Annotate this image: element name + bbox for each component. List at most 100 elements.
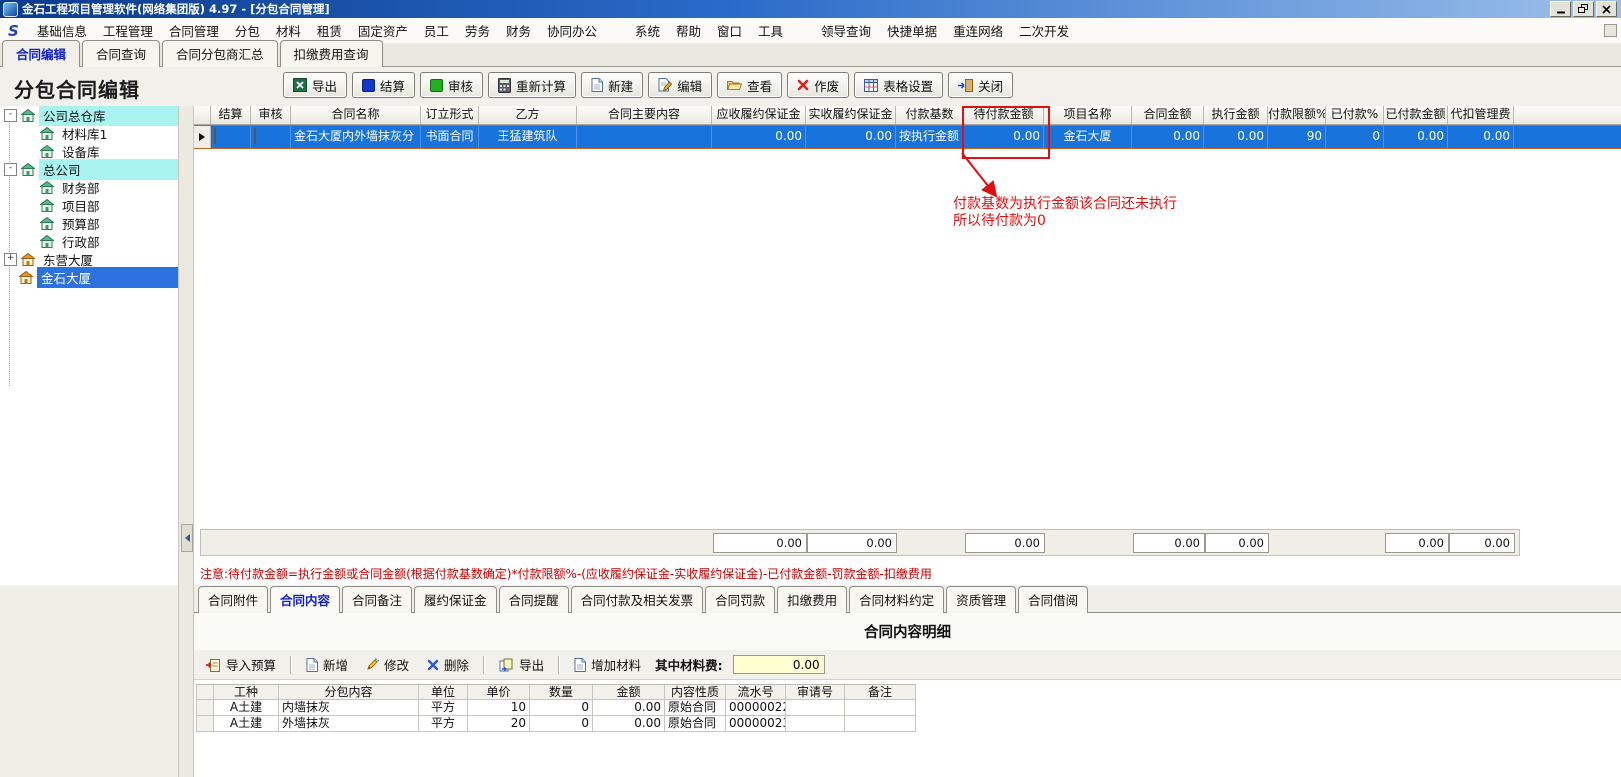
table-settings-button[interactable]: 表格设置 (854, 72, 943, 98)
detail-col-content-nature[interactable]: 内容性质 (665, 684, 726, 700)
collapse-icon[interactable]: - (4, 109, 17, 122)
tab-contract-penalty[interactable]: 合同罚款 (705, 586, 775, 613)
tab-contract-query[interactable]: 合同查询 (82, 40, 160, 67)
tree-item-dongying-building[interactable]: + 东营大厦 (0, 250, 178, 268)
col-main-content[interactable]: 合同主要内容 (577, 106, 712, 124)
menu-quick-docs[interactable]: 快捷单据 (879, 18, 945, 43)
menu-reconnect[interactable]: 重连网络 (945, 18, 1011, 43)
col-party-b[interactable]: 乙方 (479, 106, 577, 124)
tab-performance-deposit[interactable]: 履约保证金 (414, 586, 497, 613)
tab-contract-attachments[interactable]: 合同附件 (198, 586, 268, 613)
detail-col-amount[interactable]: 金额 (593, 684, 665, 700)
tab-contract-remarks[interactable]: 合同备注 (342, 586, 412, 613)
window-title: 金石工程项目管理软件(网络集团版) 4.97 - [分包合同管理] (22, 1, 330, 17)
export-detail-button[interactable]: 导出 (495, 653, 548, 676)
expand-icon[interactable]: + (4, 253, 17, 266)
audit-checkbox[interactable] (254, 128, 256, 144)
col-contract-amount[interactable]: 合同金额 (1132, 106, 1204, 124)
quantity-cell: 0 (530, 716, 593, 732)
col-paid-amount[interactable]: 已付款金额 (1384, 106, 1448, 124)
detail-col-serial-no[interactable]: 流水号 (726, 684, 786, 700)
col-receivable-deposit[interactable]: 应收履约保证金 (712, 106, 806, 124)
detail-col-trade[interactable]: 工种 (214, 684, 279, 700)
tree-grid-splitter[interactable] (178, 106, 194, 777)
col-contract-name[interactable]: 合同名称 (291, 106, 421, 124)
menu-leader-query[interactable]: 领导查询 (813, 18, 879, 43)
col-payment-limit-pct[interactable]: 付款限额% (1268, 106, 1326, 124)
tree-item-equipment-store[interactable]: 设备库 (0, 142, 178, 160)
tree-item-budget-dept[interactable]: 预算部 (0, 214, 178, 232)
warehouse-icon (40, 217, 54, 230)
detail-col-subcontract-content[interactable]: 分包内容 (279, 684, 419, 700)
detail-col-request-no[interactable]: 审请号 (786, 684, 845, 700)
detail-row[interactable]: A土建 外墙抹灰 平方 20 0 0.00 原始合同 00000023 (196, 716, 916, 732)
close-page-button[interactable]: 关闭 (948, 72, 1013, 98)
delete-row-button[interactable]: 删除 (423, 653, 473, 676)
tab-material-agreement[interactable]: 合同材料约定 (849, 586, 944, 613)
detail-col-unit-price[interactable]: 单价 (468, 684, 530, 700)
col-project-name[interactable]: 项目名称 (1044, 106, 1132, 124)
tab-contract-edit[interactable]: 合同编辑 (2, 40, 80, 67)
tab-payments-invoices[interactable]: 合同付款及相关发票 (571, 586, 704, 613)
import-budget-icon (206, 658, 221, 672)
material-fee-input[interactable] (733, 655, 825, 674)
mdi-child-button[interactable] (1604, 24, 1617, 37)
menu-tools[interactable]: 工具 (750, 18, 791, 43)
col-withheld-mgmt-fee[interactable]: 代扣管理费 (1448, 106, 1514, 124)
menu-secondary-dev[interactable]: 二次开发 (1011, 18, 1077, 43)
tree-item-head-office[interactable]: - 总公司 (0, 160, 178, 178)
tree-item-material-store[interactable]: 材料库1 (0, 124, 178, 142)
col-audit[interactable]: 审核 (251, 106, 291, 124)
menu-collaboration[interactable]: 协同办公 (539, 18, 605, 43)
settle-button[interactable]: 结算 (352, 72, 415, 98)
tab-contract-content[interactable]: 合同内容 (270, 586, 340, 613)
settle-checkbox[interactable] (214, 128, 216, 144)
tree-item-jinshi-building[interactable]: 金石大厦 (0, 268, 178, 286)
void-button[interactable]: 作废 (787, 72, 849, 98)
tree-item-company-warehouse[interactable]: - 公司总仓库 (0, 106, 178, 124)
tab-qualification-mgmt[interactable]: 资质管理 (946, 586, 1016, 613)
menu-window[interactable]: 窗口 (709, 18, 750, 43)
close-button[interactable] (1596, 1, 1617, 17)
view-button[interactable]: 查看 (717, 72, 782, 98)
modify-row-button[interactable]: 修改 (362, 653, 413, 676)
add-row-button[interactable]: 新增 (302, 653, 352, 676)
tab-subcontractor-summary[interactable]: 合同分包商汇总 (162, 40, 278, 67)
tree-item-finance-dept[interactable]: 财务部 (0, 178, 178, 196)
col-payment-base[interactable]: 付款基数 (896, 106, 964, 124)
detail-col-unit[interactable]: 单位 (419, 684, 468, 700)
col-payable-amount[interactable]: 待付款金额 (964, 106, 1044, 124)
collapse-icon[interactable]: - (4, 163, 17, 176)
tab-withhold-fee-query[interactable]: 扣缴费用查询 (280, 40, 383, 67)
menu-system[interactable]: 系统 (627, 18, 668, 43)
detail-col-quantity[interactable]: 数量 (530, 684, 593, 700)
tab-contract-reminder[interactable]: 合同提醒 (499, 586, 569, 613)
export-button[interactable]: 导出 (283, 72, 347, 98)
new-button[interactable]: 新建 (581, 72, 643, 98)
tree-item-admin-dept[interactable]: 行政部 (0, 232, 178, 250)
edit-button[interactable]: 编辑 (648, 72, 712, 98)
unit-cell: 平方 (419, 716, 468, 732)
detail-row[interactable]: A土建 内墙抹灰 平方 10 0 0.00 原始合同 00000022 (196, 700, 916, 716)
col-form[interactable]: 订立形式 (421, 106, 479, 124)
tab-contract-borrowing[interactable]: 合同借阅 (1018, 586, 1088, 613)
audit-button[interactable]: 审核 (420, 72, 483, 98)
menu-labor[interactable]: 劳务 (457, 18, 498, 43)
restore-button[interactable] (1573, 1, 1594, 17)
splitter-collapse-button[interactable] (181, 524, 193, 552)
menu-finance[interactable]: 财务 (498, 18, 539, 43)
tree-item-project-dept[interactable]: 项目部 (0, 196, 178, 214)
col-executed-amount[interactable]: 执行金额 (1204, 106, 1268, 124)
col-settle[interactable]: 结算 (211, 106, 251, 124)
import-budget-button[interactable]: 导入预算 (202, 653, 280, 676)
contract-row-selected[interactable]: 金石大厦内外墙抹灰分 书面合同 王猛建筑队 0.00 0.00 按执行金额 0.… (194, 125, 1621, 149)
tab-withhold-fees[interactable]: 扣缴费用 (777, 586, 847, 613)
menu-employee[interactable]: 员工 (416, 18, 457, 43)
minimize-button[interactable] (1550, 1, 1571, 17)
menu-help[interactable]: 帮助 (668, 18, 709, 43)
recalculate-button[interactable]: 重新计算 (488, 72, 576, 98)
col-received-deposit[interactable]: 实收履约保证金 (806, 106, 896, 124)
add-material-button[interactable]: 增加材料 (570, 653, 645, 676)
detail-col-remark[interactable]: 备注 (845, 684, 916, 700)
col-paid-pct[interactable]: 已付款% (1326, 106, 1384, 124)
